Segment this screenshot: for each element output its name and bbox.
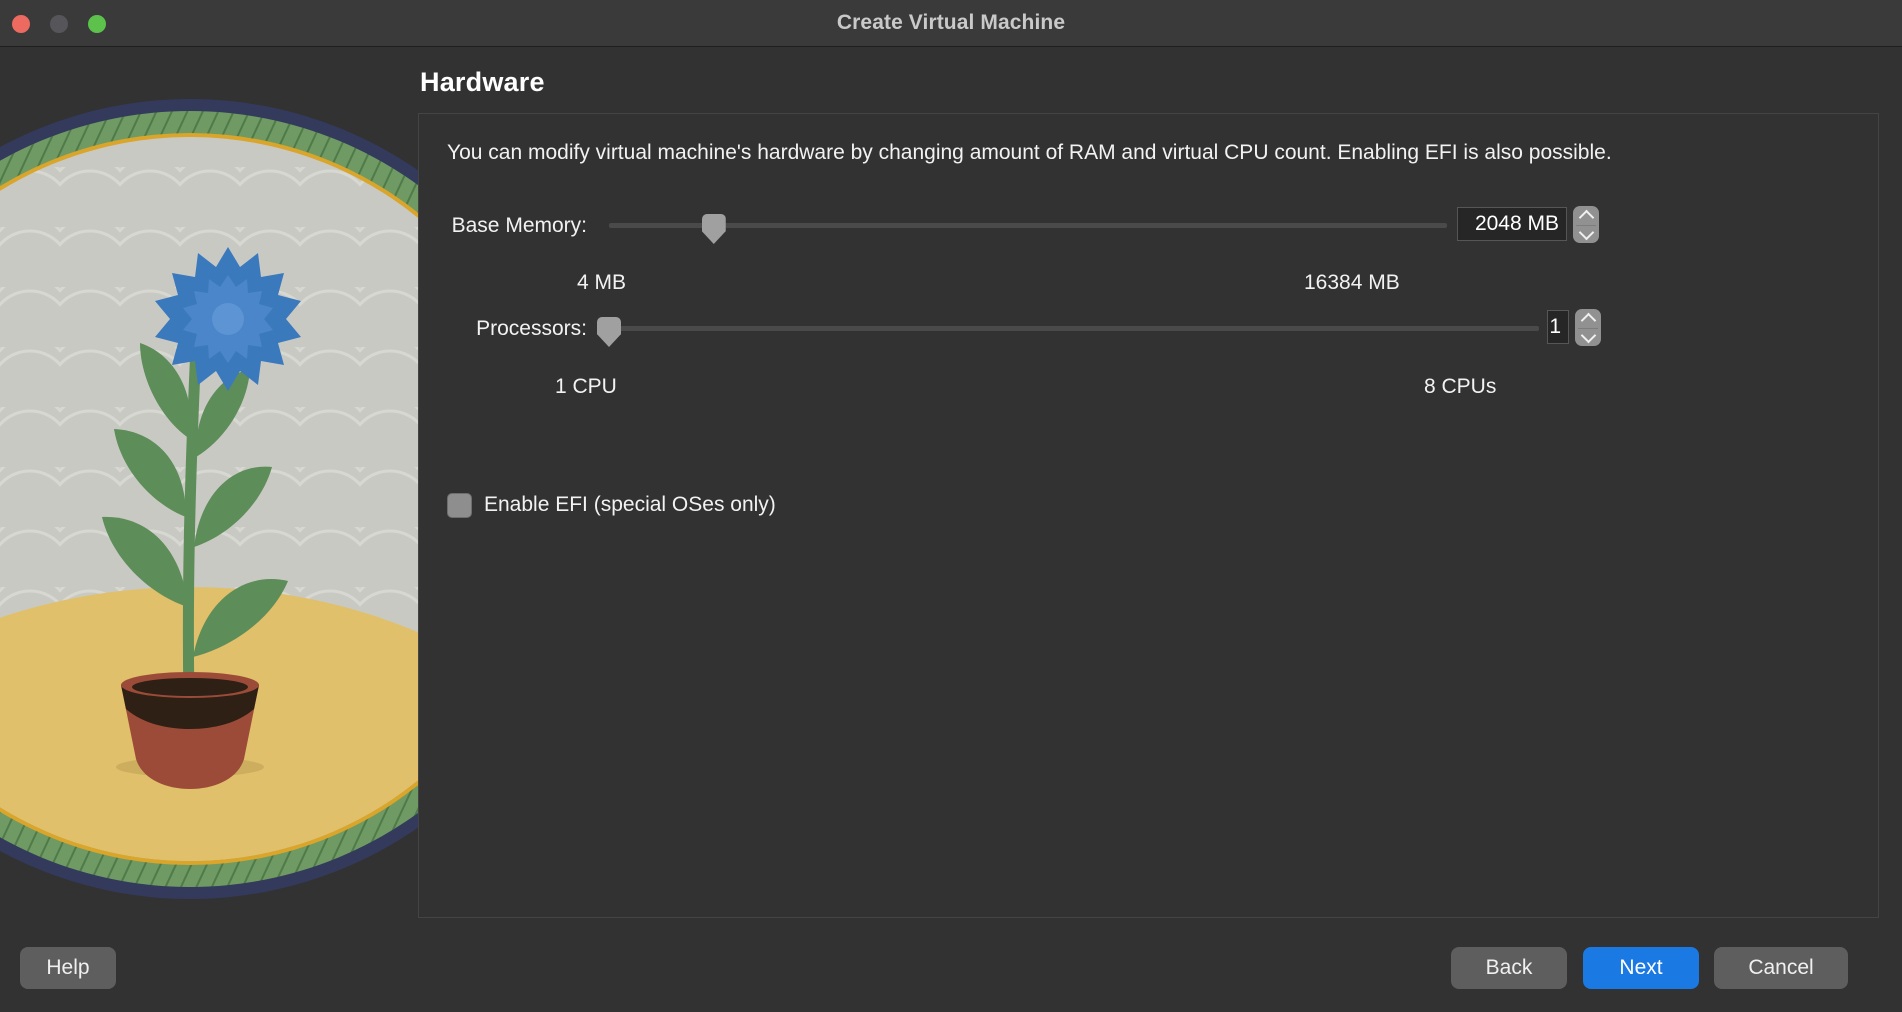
processors-spinbox[interactable]: 1: [1547, 310, 1603, 344]
window-title: Create Virtual Machine: [0, 0, 1902, 46]
processors-increment-button[interactable]: [1575, 309, 1601, 328]
create-virtual-machine-window: Create Virtual Machine: [0, 0, 1902, 1012]
base-memory-stepper[interactable]: [1573, 206, 1599, 243]
base-memory-slider-track[interactable]: [609, 223, 1447, 228]
processors-slider[interactable]: [609, 313, 1539, 343]
help-button[interactable]: Help: [20, 947, 116, 989]
processors-slider-handle[interactable]: [597, 317, 621, 347]
content-pane: Hardware You can modify virtual machine'…: [418, 47, 1902, 931]
base-memory-max-label: 16384 MB: [1304, 271, 1400, 295]
processors-stepper[interactable]: [1575, 309, 1601, 346]
dialog-footer: Help Back Next Cancel: [0, 931, 1902, 1012]
processors-slider-track[interactable]: [609, 326, 1539, 331]
processors-min-label: 1 CPU: [555, 375, 617, 399]
enable-efi-row[interactable]: Enable EFI (special OSes only): [447, 490, 776, 520]
base-memory-increment-button[interactable]: [1573, 206, 1599, 225]
base-memory-label: Base Memory:: [419, 214, 587, 238]
panel-description: You can modify virtual machine's hardwar…: [447, 138, 1837, 168]
back-button[interactable]: Back: [1451, 947, 1567, 989]
base-memory-slider[interactable]: [609, 210, 1447, 240]
base-memory-value-field[interactable]: 2048 MB: [1457, 207, 1567, 241]
dialog-body: Hardware You can modify virtual machine'…: [0, 47, 1902, 931]
cancel-button[interactable]: Cancel: [1714, 947, 1848, 989]
enable-efi-label: Enable EFI (special OSes only): [484, 493, 776, 517]
processors-value-field[interactable]: 1: [1547, 310, 1569, 344]
processors-decrement-button[interactable]: [1575, 328, 1601, 347]
base-memory-min-label: 4 MB: [577, 271, 626, 295]
window-titlebar: Create Virtual Machine: [0, 0, 1902, 47]
page-title: Hardware: [420, 67, 545, 98]
enable-efi-checkbox[interactable]: [447, 493, 472, 518]
hardware-settings-panel: You can modify virtual machine's hardwar…: [418, 113, 1879, 918]
base-memory-spinbox[interactable]: 2048 MB: [1457, 207, 1603, 241]
base-memory-decrement-button[interactable]: [1573, 225, 1599, 244]
illustration-svg: [0, 47, 418, 931]
next-button[interactable]: Next: [1583, 947, 1699, 989]
base-memory-slider-handle[interactable]: [702, 214, 726, 244]
processors-max-label: 8 CPUs: [1424, 375, 1496, 399]
potted-flower-illustration: [0, 47, 418, 931]
processors-label: Processors:: [419, 317, 587, 341]
